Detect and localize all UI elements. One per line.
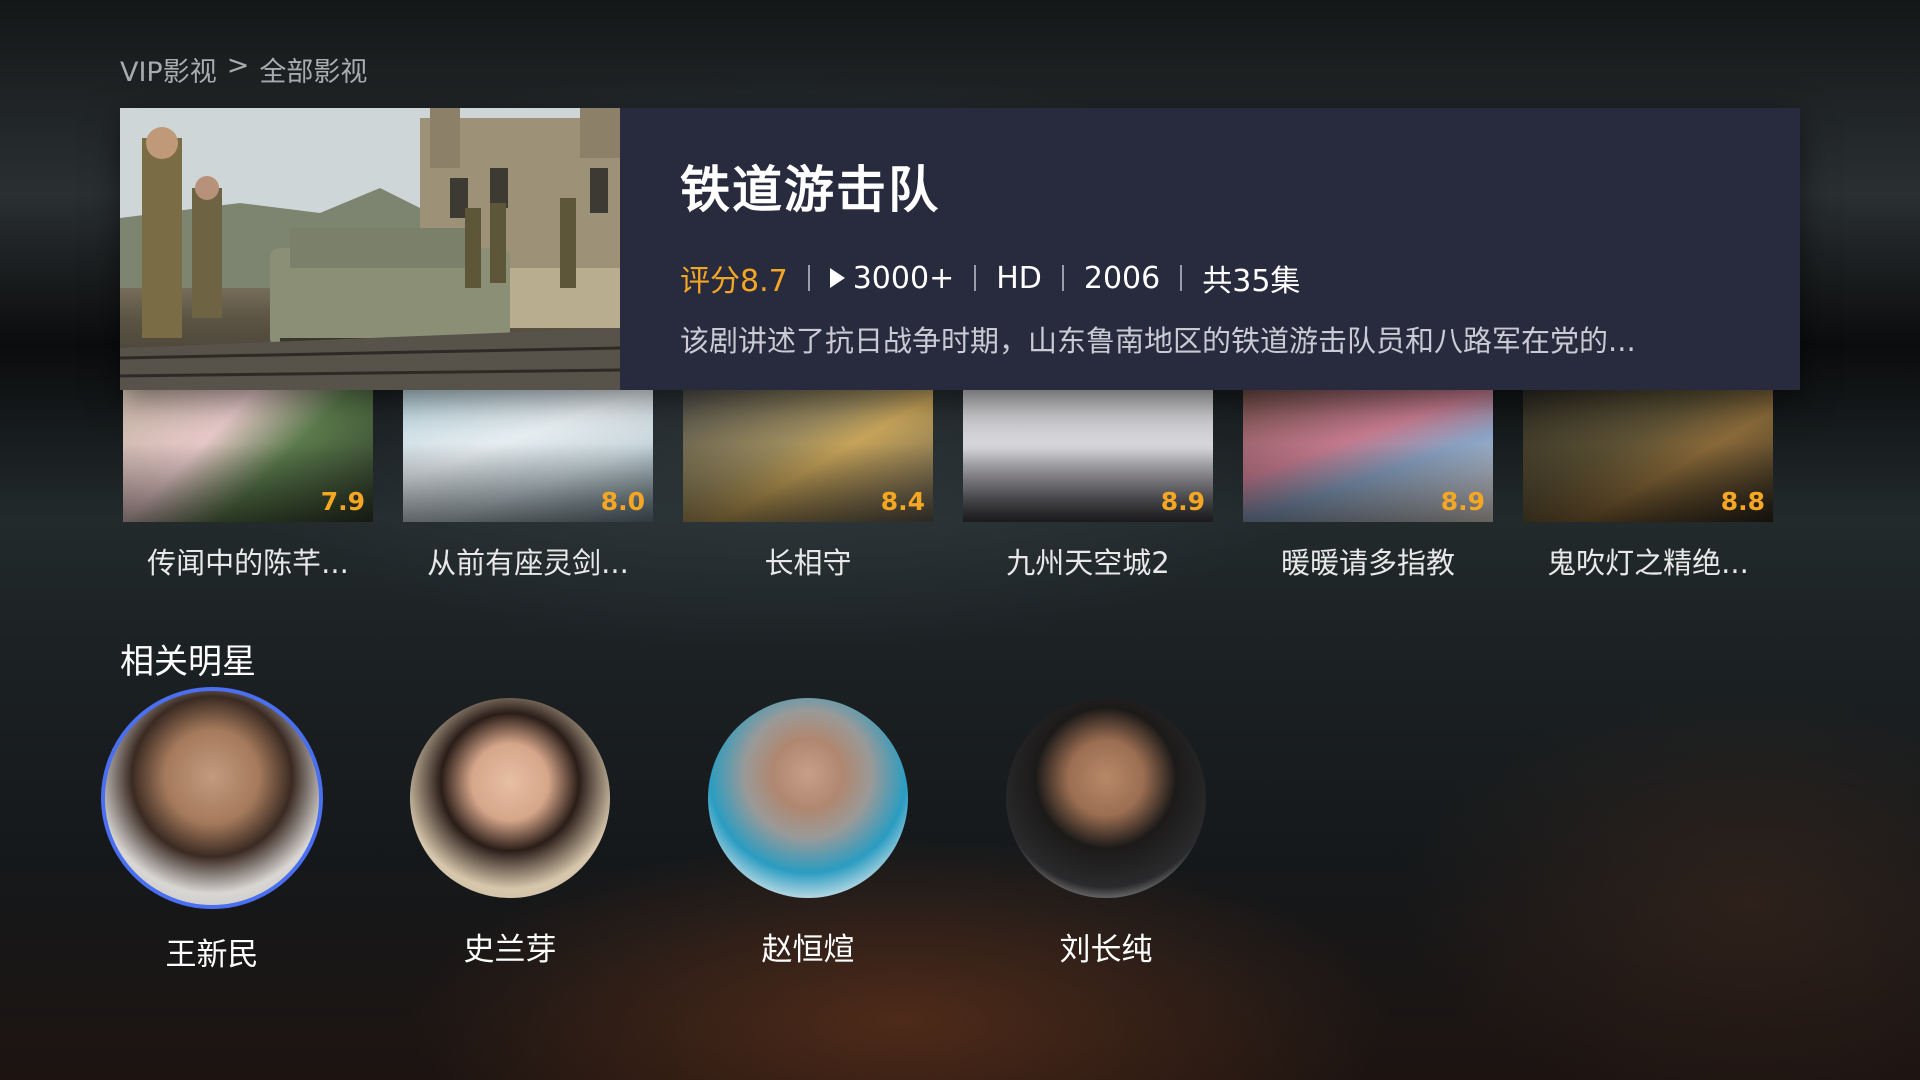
- related-stars-list: 王新民 史兰芽 赵恒煊 刘长纯: [101, 687, 1304, 974]
- meta-divider: [974, 265, 977, 291]
- star-avatar: [708, 698, 908, 898]
- recommended-show-rating: 8.0: [600, 487, 645, 516]
- recommended-show-rating: 8.8: [1720, 487, 1765, 516]
- related-stars-heading: 相关明星: [120, 642, 256, 682]
- show-title: 铁道游击队: [680, 161, 940, 219]
- recommended-show[interactable]: 8.8 鬼吹灯之精绝...: [1523, 390, 1773, 582]
- recommended-show-thumbnail: 8.0: [403, 390, 653, 522]
- star-avatar: [101, 687, 323, 909]
- recommended-show-thumbnail: 8.8: [1523, 390, 1773, 522]
- featured-show-poster: [120, 108, 620, 390]
- breadcrumb-current: 全部影视: [259, 57, 368, 88]
- show-play-count: 3000+: [852, 260, 955, 296]
- show-year: 2006: [1083, 260, 1161, 296]
- recommended-show-title: 鬼吹灯之精绝...: [1547, 546, 1749, 580]
- star-avatar: [1006, 698, 1206, 898]
- play-icon: [829, 268, 845, 288]
- star-card[interactable]: 王新民: [101, 687, 323, 974]
- meta-divider: [1180, 265, 1183, 291]
- breadcrumb: VIP影视 > 全部影视: [120, 50, 367, 89]
- star-name: 赵恒煊: [761, 932, 855, 968]
- recommended-show-title: 长相守: [764, 546, 852, 580]
- recommended-show[interactable]: 8.9 暖暖请多指教: [1243, 390, 1493, 582]
- star-name: 史兰芽: [463, 932, 557, 968]
- recommended-shows-row: 7.9 传闻中的陈芊... 8.0 从前有座灵剑... 8.4 长相守 8.9 …: [123, 390, 1773, 582]
- recommended-show-rating: 8.9: [1160, 487, 1205, 516]
- recommended-show-title: 传闻中的陈芊...: [147, 546, 349, 580]
- recommended-show-title: 九州天空城2: [1006, 546, 1170, 580]
- meta-divider: [807, 265, 810, 291]
- recommended-show[interactable]: 8.4 长相守: [683, 390, 933, 582]
- recommended-show-title: 暖暖请多指教: [1280, 546, 1455, 580]
- show-rating: 评分8.7: [680, 264, 788, 299]
- star-avatar: [410, 698, 610, 898]
- recommended-show-rating: 8.4: [880, 487, 925, 516]
- show-description: 该剧讲述了抗日战争时期，山东鲁南地区的铁道游击队员和八路军在党的...: [680, 324, 1636, 358]
- breadcrumb-parent[interactable]: VIP影视: [120, 50, 217, 89]
- recommended-show-rating: 7.9: [320, 487, 365, 516]
- show-meta: 评分8.7 3000+ HD 2006 共35集: [680, 256, 1740, 300]
- show-episodes: 共35集: [1202, 264, 1301, 299]
- recommended-show-rating: 8.9: [1440, 487, 1485, 516]
- star-card[interactable]: 刘长纯: [1006, 698, 1206, 974]
- recommended-show[interactable]: 8.0 从前有座灵剑...: [403, 390, 653, 582]
- recommended-show[interactable]: 8.9 九州天空城2: [963, 390, 1213, 582]
- recommended-show[interactable]: 7.9 传闻中的陈芊...: [123, 390, 373, 582]
- recommended-show-thumbnail: 8.9: [1243, 390, 1493, 522]
- star-name: 王新民: [165, 937, 259, 973]
- featured-show-card[interactable]: 铁道游击队 评分8.7 3000+ HD 2006 共35集 该剧讲述了抗日战争…: [120, 108, 1800, 390]
- star-card[interactable]: 史兰芽: [410, 698, 610, 974]
- recommended-show-thumbnail: 7.9: [123, 390, 373, 522]
- recommended-show-thumbnail: 8.9: [963, 390, 1213, 522]
- recommended-show-thumbnail: 8.4: [683, 390, 933, 522]
- breadcrumb-separator: >: [226, 50, 250, 81]
- recommended-show-title: 从前有座灵剑...: [427, 546, 629, 580]
- star-name: 刘长纯: [1059, 932, 1153, 968]
- show-quality: HD: [996, 260, 1042, 296]
- star-card[interactable]: 赵恒煊: [708, 698, 908, 974]
- meta-divider: [1061, 265, 1064, 291]
